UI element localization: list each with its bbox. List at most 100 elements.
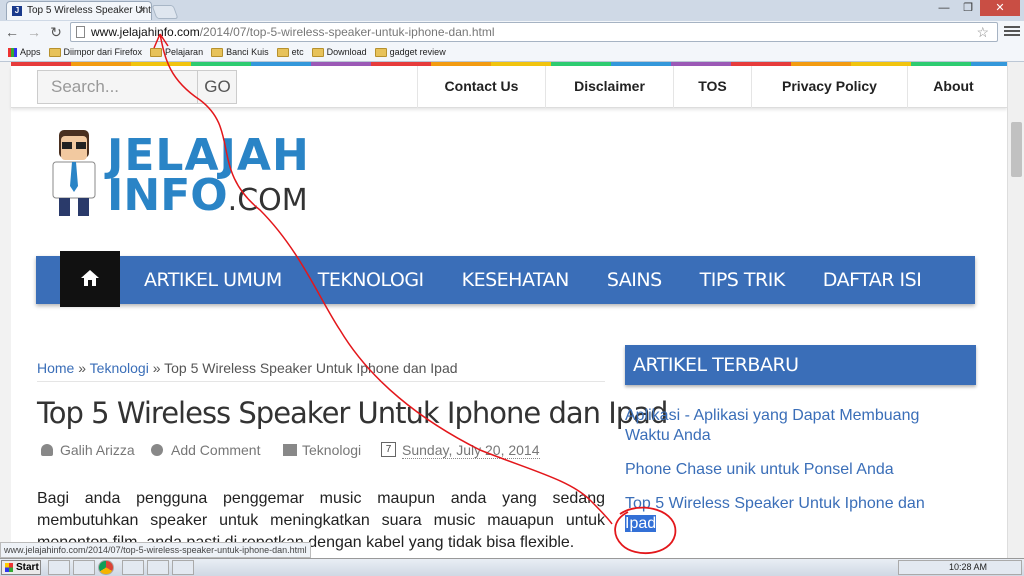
logo-text-info: INFO xyxy=(107,170,228,221)
page-scrollbar[interactable] xyxy=(1007,62,1024,558)
taskbar: Start 10:28 AM xyxy=(0,558,1024,576)
bookmark-label: Banci Kuis xyxy=(226,47,269,57)
url-domain: www.jelajahinfo.com xyxy=(91,25,200,39)
calendar-icon: 7 xyxy=(381,442,396,457)
tab-close-icon[interactable]: ✕ xyxy=(138,2,146,20)
home-icon xyxy=(81,270,99,286)
reload-icon[interactable]: ↻ xyxy=(47,23,65,41)
page-viewport: Search... GO Contact Us Disclaimer TOS P… xyxy=(0,62,1024,558)
top-links: Contact Us Disclaimer TOS Privacy Policy… xyxy=(417,66,999,108)
url-path: /2014/07/top-5-wireless-speaker-untuk-ip… xyxy=(199,25,495,39)
bookmark-label: Apps xyxy=(20,47,41,57)
widget-title: ARTIKEL TERBARU xyxy=(633,354,799,376)
nav-tips-trik[interactable]: TIPS TRIK xyxy=(700,256,786,304)
explorer-taskbar-icon[interactable] xyxy=(48,560,70,575)
folder-icon xyxy=(211,47,224,57)
add-comment-link[interactable]: Add Comment xyxy=(171,442,260,458)
search-go-button[interactable]: GO xyxy=(197,70,237,104)
link-privacy-policy[interactable]: Privacy Policy xyxy=(751,66,907,108)
recent-post-link[interactable]: Phone Chase unik untuk Ponsel Anda xyxy=(625,460,965,480)
bookmark-folder[interactable]: Download xyxy=(311,47,367,57)
sidebar-widget-title: ARTIKEL TERBARU xyxy=(625,345,976,385)
nav-sains[interactable]: SAINS xyxy=(607,256,662,304)
logo-text-suffix: .COM xyxy=(227,183,308,218)
nav-artikel-umum[interactable]: ARTIKEL UMUM xyxy=(144,256,282,304)
page-icon xyxy=(76,26,85,38)
link-about[interactable]: About xyxy=(907,66,999,108)
start-button[interactable]: Start xyxy=(1,560,41,575)
nav-teknologi[interactable]: TEKNOLOGI xyxy=(318,256,424,304)
site-logo[interactable]: JELAJAH INFO.COM xyxy=(45,128,315,221)
forward-arrow-icon[interactable]: → xyxy=(25,23,43,41)
bookmarks-bar: Apps Diimpor dari Firefox Pelajaran Banc… xyxy=(0,43,1024,62)
browser-chrome: J Top 5 Wireless Speaker Untuk ✕ — ❐ ✕ ←… xyxy=(0,0,1024,62)
folder-icon xyxy=(48,47,61,57)
top-bar: Search... GO Contact Us Disclaimer TOS P… xyxy=(11,66,1007,108)
bookmark-label: Download xyxy=(326,47,367,57)
link-disclaimer[interactable]: Disclaimer xyxy=(545,66,673,108)
folder-icon xyxy=(276,47,289,57)
apps-grid-icon xyxy=(8,47,17,57)
web-page: Search... GO Contact Us Disclaimer TOS P… xyxy=(11,62,1007,558)
app-taskbar-icon[interactable] xyxy=(122,560,144,575)
nav-kesehatan[interactable]: KESEHATAN xyxy=(462,256,570,304)
page-title: Top 5 Wireless Speaker Untuk Iphone dan … xyxy=(37,396,668,430)
post-author[interactable]: Galih Arizza xyxy=(60,442,135,458)
menu-icon[interactable] xyxy=(1004,24,1020,38)
close-icon[interactable]: ✕ xyxy=(980,0,1020,16)
logo-text-2: INFO.COM xyxy=(107,170,308,221)
bookmark-folder[interactable]: etc xyxy=(276,47,304,57)
site-favicon-icon: J xyxy=(12,6,22,16)
mascot-icon xyxy=(52,130,96,216)
folder-icon xyxy=(374,47,387,57)
folder-icon xyxy=(150,47,163,57)
post-date: Sunday, July 20, 2014 xyxy=(402,442,540,459)
chrome-taskbar-icon[interactable] xyxy=(98,560,114,575)
media-player-taskbar-icon[interactable] xyxy=(73,560,95,575)
maximize-icon[interactable]: ❐ xyxy=(956,0,980,16)
browser-tab[interactable]: J Top 5 Wireless Speaker Untuk ✕ xyxy=(6,1,152,20)
folder-icon xyxy=(283,444,297,456)
tab-title: Top 5 Wireless Speaker Untuk xyxy=(27,5,152,16)
user-icon xyxy=(41,444,53,456)
breadcrumb-category[interactable]: Teknologi xyxy=(90,360,149,376)
bookmark-folder[interactable]: Banci Kuis xyxy=(211,47,269,57)
bookmark-label: Pelajaran xyxy=(165,47,204,57)
home-button[interactable] xyxy=(60,251,120,307)
minimize-icon[interactable]: — xyxy=(932,0,956,16)
selected-text: Ipad xyxy=(625,515,657,532)
comment-icon xyxy=(151,444,163,456)
main-nav: ARTIKEL UMUM TEKNOLOGI KESEHATAN SAINS T… xyxy=(36,251,975,307)
back-arrow-icon[interactable]: ← xyxy=(3,23,21,41)
bookmark-label: etc xyxy=(291,47,304,57)
post-category[interactable]: Teknologi xyxy=(302,442,361,458)
scrollbar-thumb[interactable] xyxy=(1011,122,1022,177)
link-tos[interactable]: TOS xyxy=(673,66,751,108)
bookmark-apps[interactable]: Apps xyxy=(8,47,41,57)
clock[interactable]: 10:28 AM xyxy=(949,562,987,572)
bookmark-star-icon[interactable]: ☆ xyxy=(976,23,989,41)
window-controls: — ❐ ✕ xyxy=(932,0,1020,16)
new-tab-button[interactable] xyxy=(151,5,179,19)
folder-icon xyxy=(311,47,324,57)
address-bar[interactable]: www.jelajahinfo.com/2014/07/top-5-wirele… xyxy=(70,22,998,42)
recent-posts: Aplikasi - Aplikasi yang Dapat Membuang … xyxy=(625,406,965,548)
nav-items: ARTIKEL UMUM TEKNOLOGI KESEHATAN SAINS T… xyxy=(120,256,922,304)
recent-post-link[interactable]: Top 5 Wireless Speaker Untuk Iphone dan I… xyxy=(625,494,965,534)
word-taskbar-icon[interactable] xyxy=(172,560,194,575)
divider xyxy=(37,381,605,382)
breadcrumb: Home » Teknologi » Top 5 Wireless Speake… xyxy=(37,360,458,376)
breadcrumb-home[interactable]: Home xyxy=(37,360,74,376)
link-contact-us[interactable]: Contact Us xyxy=(417,66,545,108)
bookmark-label: Diimpor dari Firefox xyxy=(63,47,143,57)
bookmark-folder[interactable]: gadget review xyxy=(374,47,446,57)
post-meta: Galih Arizza Add Comment Teknologi 7 Sun… xyxy=(37,442,607,462)
nav-daftar-isi[interactable]: DAFTAR ISI xyxy=(823,256,922,304)
recent-post-link[interactable]: Aplikasi - Aplikasi yang Dapat Membuang … xyxy=(625,406,965,446)
breadcrumb-current: Top 5 Wireless Speaker Untuk Iphone dan … xyxy=(164,360,458,376)
paint-taskbar-icon[interactable] xyxy=(147,560,169,575)
bookmark-folder[interactable]: Pelajaran xyxy=(150,47,203,57)
browser-toolbar: ← → ↻ www.jelajahinfo.com/2014/07/top-5-… xyxy=(0,21,1024,43)
bookmark-folder[interactable]: Diimpor dari Firefox xyxy=(48,47,143,57)
bookmark-label: gadget review xyxy=(389,47,446,57)
